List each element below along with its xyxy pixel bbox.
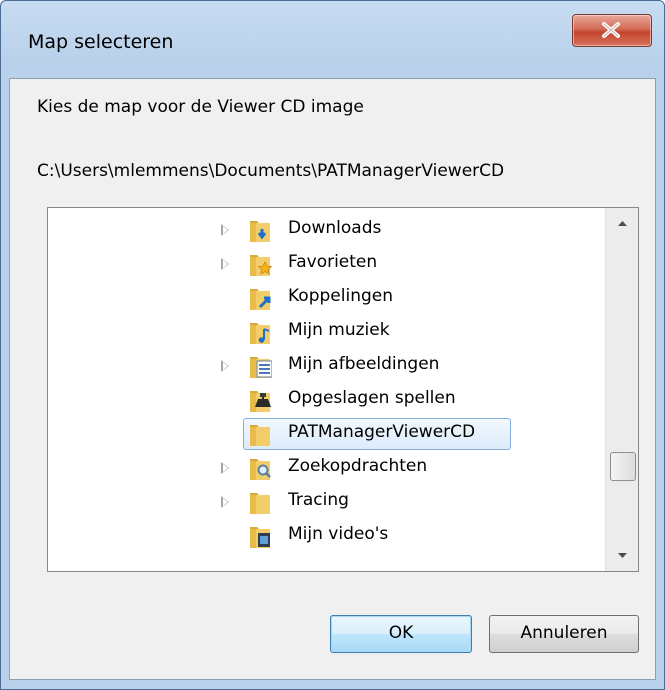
tree-item-label: Downloads bbox=[288, 218, 382, 238]
expand-arrow-inner bbox=[223, 464, 228, 472]
scroll-down-icon bbox=[618, 553, 627, 558]
favorites-folder-icon bbox=[249, 251, 273, 277]
music-folder-icon bbox=[249, 319, 272, 345]
folder-icon bbox=[249, 421, 272, 447]
tree-item-label: Mijn afbeeldingen bbox=[288, 354, 440, 374]
folder-icon bbox=[249, 489, 272, 515]
tree-item-label: Opgeslagen spellen bbox=[288, 388, 456, 408]
tree-item[interactable]: Downloads bbox=[48, 213, 598, 247]
searches-folder-icon bbox=[249, 455, 272, 481]
prompt-text: Kies de map voor de Viewer CD image bbox=[37, 97, 364, 117]
saved-games-folder-icon bbox=[249, 387, 272, 413]
expand-arrow-inner bbox=[223, 226, 228, 234]
scroll-up-icon bbox=[618, 221, 627, 226]
cancel-button[interactable]: Annuleren bbox=[489, 615, 639, 653]
tree-item-label: Favorieten bbox=[288, 252, 378, 272]
tree-item[interactable]: Zoekopdrachten bbox=[48, 451, 598, 485]
scrollbar-thumb[interactable] bbox=[610, 452, 636, 481]
title-bar[interactable]: Map selecteren bbox=[1, 1, 664, 79]
tree-item[interactable]: Favorieten bbox=[48, 247, 598, 281]
expand-arrow-inner bbox=[223, 362, 228, 370]
tree-item-label: Mijn muziek bbox=[288, 320, 390, 340]
scroll-down-button[interactable] bbox=[606, 539, 638, 571]
tree-item[interactable]: Mijn muziek bbox=[48, 315, 598, 349]
folder-tree[interactable]: Downloads Favorieten Koppelingen Mijn muzie… bbox=[47, 207, 639, 572]
tree-item[interactable]: Koppelingen bbox=[48, 281, 598, 315]
tree-item[interactable]: Mijn video's bbox=[48, 519, 598, 553]
scroll-up-button[interactable] bbox=[606, 208, 638, 240]
pictures-folder-icon bbox=[249, 353, 273, 379]
tree-item-label: Zoekopdrachten bbox=[288, 456, 428, 476]
tree-item[interactable]: Tracing bbox=[48, 485, 598, 519]
tree-item-label: Tracing bbox=[288, 490, 349, 510]
close-icon bbox=[602, 22, 620, 38]
current-path: C:\Users\mlemmens\Documents\PATManagerVi… bbox=[37, 161, 505, 181]
expand-arrow-inner bbox=[223, 498, 228, 506]
videos-folder-icon bbox=[249, 523, 272, 549]
expand-arrow-inner bbox=[223, 260, 228, 268]
window-title: Map selecteren bbox=[28, 31, 174, 53]
downloads-folder-icon bbox=[249, 217, 272, 243]
close-button[interactable] bbox=[572, 14, 652, 47]
tree-item[interactable]: PATManagerViewerCD bbox=[48, 417, 598, 451]
tree-item-label: Mijn video's bbox=[288, 524, 389, 544]
tree-item[interactable]: Opgeslagen spellen bbox=[48, 383, 598, 417]
tree-item-label: Koppelingen bbox=[288, 286, 393, 306]
tree-item-label: PATManagerViewerCD bbox=[288, 422, 476, 442]
ok-button[interactable]: OK bbox=[330, 615, 472, 653]
links-folder-icon bbox=[249, 285, 272, 311]
tree-item[interactable]: Mijn afbeeldingen bbox=[48, 349, 598, 383]
vertical-scrollbar[interactable] bbox=[605, 208, 638, 571]
